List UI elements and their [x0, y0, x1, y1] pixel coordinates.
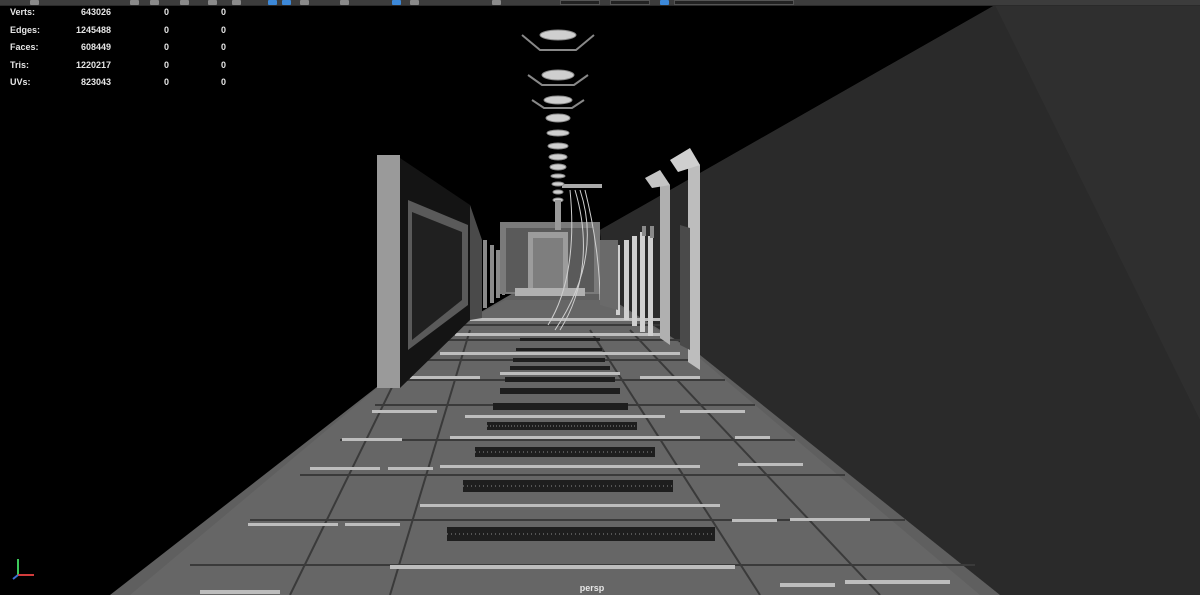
color-management-icon[interactable] — [660, 0, 669, 5]
smooth-shade-icon[interactable] — [282, 0, 291, 5]
poly-count-hud: Verts: 643026 0 0 Edges: 1245488 0 0 Faces: 60844… — [10, 6, 250, 94]
hud-stat-label: Verts: — [10, 7, 36, 17]
panel-icon[interactable] — [150, 0, 159, 5]
hud-row: Faces: 608449 0 0 — [10, 41, 250, 59]
xray-icon[interactable] — [392, 0, 401, 5]
resolution-gate-icon[interactable] — [208, 0, 217, 5]
axis-gizmo — [12, 559, 34, 580]
exposure-field[interactable] — [560, 0, 600, 5]
hud-stat-value: 0 — [220, 24, 226, 35]
textured-icon[interactable] — [300, 0, 309, 5]
film-gate-icon[interactable] — [180, 0, 189, 5]
hud-stat-value: 608449 — [80, 42, 111, 52]
wireframe-icon[interactable] — [268, 0, 277, 5]
hud-stat-label: Faces: — [10, 42, 39, 52]
hud-stat-value: 643026 — [80, 7, 111, 17]
3d-viewport[interactable]: Verts: 643026 0 0 Edges: 1245488 0 0 Faces: 60844… — [0, 0, 1200, 595]
hud-row: Edges: 1245488 0 0 — [10, 24, 250, 42]
hud-stat-value: 0 — [163, 7, 169, 17]
hud-stat-value: 0 — [220, 59, 226, 70]
hud-stat-value: 1245488 — [75, 24, 111, 35]
hud-stat-value: 0 — [163, 24, 169, 35]
hud-stat-value: 0 — [163, 77, 169, 87]
lighting-icon[interactable] — [340, 0, 349, 5]
z-axis-line — [12, 574, 19, 580]
hud-stat-label: Tris: — [10, 59, 30, 70]
hud-stat-label: Edges: — [10, 24, 41, 35]
camera-icon[interactable] — [30, 0, 39, 5]
hud-stat-value: 0 — [163, 59, 169, 70]
view-transform-dropdown[interactable] — [674, 0, 794, 5]
gamma-field[interactable] — [610, 0, 650, 5]
hud-stat-value: 823043 — [80, 77, 111, 87]
isolate-icon[interactable] — [410, 0, 419, 5]
hud-row: Verts: 643026 0 0 — [10, 6, 250, 24]
exposure-icon[interactable] — [492, 0, 501, 5]
hud-stat-value: 1220217 — [75, 59, 111, 70]
camera-name-label: persp — [579, 583, 605, 593]
hud-stat-value: 0 — [163, 42, 169, 52]
hud-stat-value: 0 — [220, 77, 226, 87]
hud-row: Tris: 1220217 0 0 — [10, 59, 250, 77]
hud-stat-value: 0 — [220, 7, 226, 17]
hud-row: UVs: 823043 0 0 — [10, 76, 250, 94]
grid-icon[interactable] — [130, 0, 139, 5]
safe-action-icon[interactable] — [232, 0, 241, 5]
hud-stat-label: UVs: — [10, 77, 31, 87]
hud-stat-value: 0 — [220, 42, 226, 52]
